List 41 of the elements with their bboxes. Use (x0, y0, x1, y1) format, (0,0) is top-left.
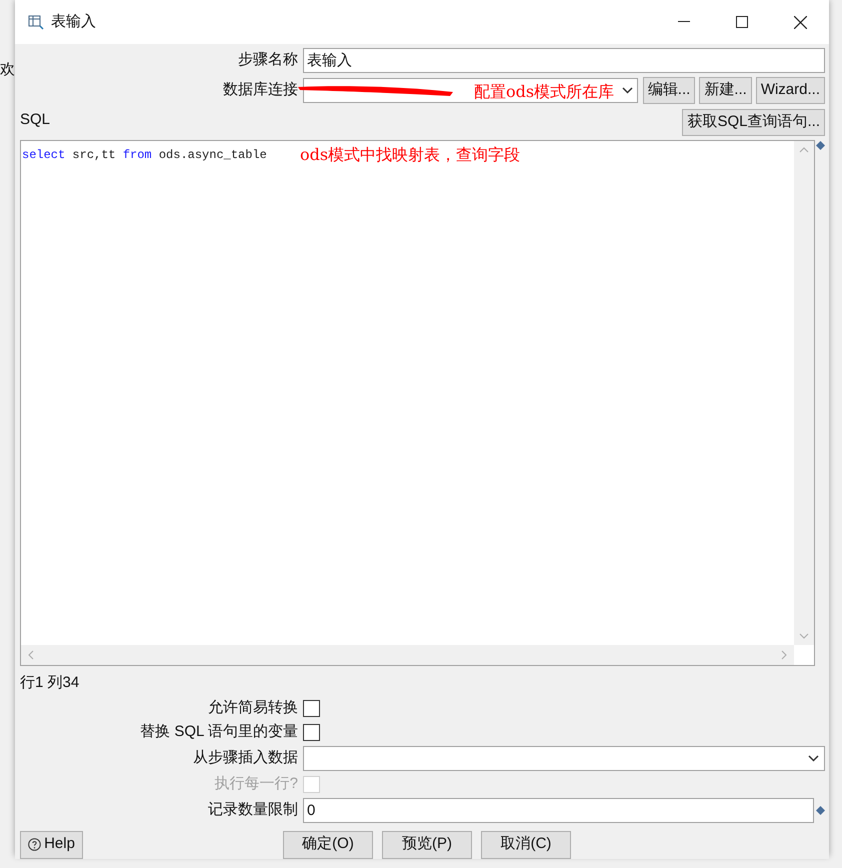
option-label: 允许简易转换 (207, 698, 299, 718)
maximize-icon (736, 16, 748, 28)
cursor-position: 行1 列34 (20, 673, 80, 693)
sql-code: select src,tt from ods.async_table (22, 147, 267, 164)
minimize-icon (678, 21, 690, 23)
annotation-text: 配置ods模式所在库 (474, 81, 614, 103)
tab-label[interactable]: 欢 (0, 60, 15, 80)
connection-button[interactable]: Wizard... (756, 77, 825, 104)
dialog-button[interactable]: 预览(P) (382, 830, 472, 858)
checkbox[interactable] (303, 700, 320, 717)
option-label: 从步骤插入数据 (192, 748, 299, 768)
help-icon (28, 838, 42, 851)
get-sql-button[interactable]: 获取SQL查询语句... (682, 109, 825, 136)
window-title: 表输入 (51, 12, 96, 32)
connection-label: 数据库连接 (222, 80, 299, 100)
checkbox[interactable] (303, 724, 320, 741)
option-label: 执行每一行? (214, 774, 299, 794)
chevron-left-icon (28, 650, 34, 660)
dialog-button[interactable]: 取消(C) (481, 830, 571, 858)
dialog-button[interactable]: 确定(O) (283, 830, 373, 858)
table-icon (28, 14, 44, 30)
chevron-right-icon (781, 650, 787, 660)
variable-icon (816, 141, 825, 150)
connection-button[interactable]: 新建... (699, 77, 752, 104)
chevron-down-icon (622, 87, 633, 94)
chevron-down-icon (799, 633, 809, 639)
limit-field[interactable]: 0 (303, 798, 814, 823)
connection-button[interactable]: 编辑... (642, 77, 696, 104)
close-icon (794, 16, 806, 28)
step-select[interactable] (303, 746, 825, 771)
annotation-text: ods模式中找映射表，查询字段 (300, 144, 520, 166)
step-name-field[interactable]: 表输入 (303, 48, 825, 73)
variable-icon (816, 806, 825, 815)
option-label: 替换 SQL 语句里的变量 (139, 722, 299, 742)
step-name-label: 步骤名称 (237, 50, 299, 70)
option-label: 记录数量限制 (207, 800, 299, 820)
sql-label: SQL (20, 110, 50, 130)
chevron-down-icon (808, 755, 819, 762)
chevron-up-icon (799, 147, 809, 153)
sql-editor[interactable]: select src,tt from ods.async_table ods模式中找映射表，查询字段 (20, 140, 815, 666)
help-button[interactable]: Help (20, 830, 83, 858)
